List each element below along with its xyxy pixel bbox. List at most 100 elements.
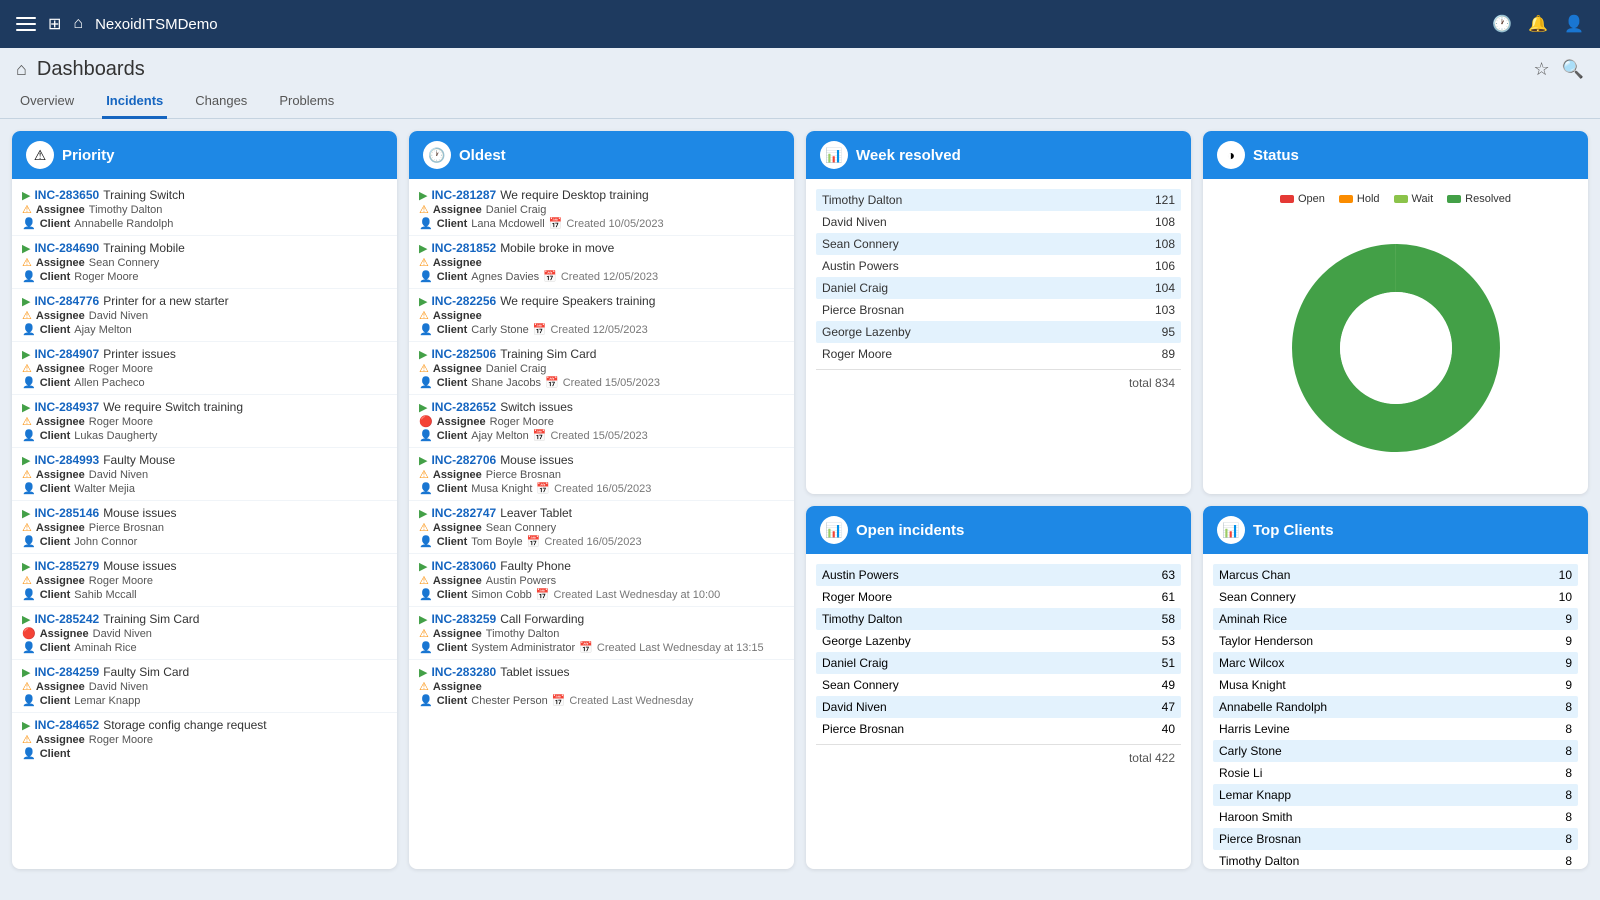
oldest-item[interactable]: ▶ INC-282747 Leaver Tablet ⚠ Assignee Se… xyxy=(409,501,794,554)
oldest-list: ▶ INC-281287 We require Desktop training… xyxy=(409,179,794,869)
week-resolved-card: 📊 Week resolved Timothy Dalton121David N… xyxy=(806,131,1191,494)
client-row: Taylor Henderson9 xyxy=(1213,630,1578,652)
col4: ◑ Status Open Hold Wait Resolved xyxy=(1203,131,1588,869)
open-total: total 422 xyxy=(816,744,1181,769)
status-header: ◑ Status xyxy=(1203,131,1588,179)
oldest-title: Oldest xyxy=(459,147,506,164)
main-content: ⚠ Priority ▶ INC-283650 Training Switch … xyxy=(0,119,1600,881)
oldest-card: 🕐 Oldest ▶ INC-281287 We require Desktop… xyxy=(409,131,794,869)
open-row: Austin Powers63 xyxy=(816,564,1181,586)
client-row: Pierce Brosnan8 xyxy=(1213,828,1578,850)
priority-list: ▶ INC-283650 Training Switch ⚠ Assignee … xyxy=(12,179,397,869)
oldest-item[interactable]: ▶ INC-282256 We require Speakers trainin… xyxy=(409,289,794,342)
resolved-row: George Lazenby95 xyxy=(816,321,1181,343)
top-clients-icon: 📊 xyxy=(1217,516,1245,544)
resolved-total: total 834 xyxy=(816,369,1181,394)
priority-item[interactable]: ▶ INC-285146 Mouse issues ⚠ Assignee Pie… xyxy=(12,501,397,554)
status-body: Open Hold Wait Resolved xyxy=(1203,179,1588,494)
resolved-row: Timothy Dalton121 xyxy=(816,189,1181,211)
tab-incidents[interactable]: Incidents xyxy=(102,85,167,119)
top-clients-header: 📊 Top Clients xyxy=(1203,506,1588,554)
client-row: Musa Knight9 xyxy=(1213,674,1578,696)
app-title: NexoidITSMDemo xyxy=(95,16,218,33)
priority-item[interactable]: ▶ INC-284993 Faulty Mouse ⚠ Assignee Dav… xyxy=(12,448,397,501)
status-title: Status xyxy=(1253,147,1299,164)
resolved-row: Roger Moore89 xyxy=(816,343,1181,365)
sub-header-home-icon: ⌂ xyxy=(16,59,27,80)
status-icon: ◑ xyxy=(1217,141,1245,169)
legend-item: Resolved xyxy=(1447,193,1511,205)
tab-problems[interactable]: Problems xyxy=(275,85,338,119)
client-row: Rosie Li8 xyxy=(1213,762,1578,784)
home-icon[interactable]: ⌂ xyxy=(73,15,83,33)
open-row: Sean Connery49 xyxy=(816,674,1181,696)
tab-overview[interactable]: Overview xyxy=(16,85,78,119)
open-incidents-header: 📊 Open incidents xyxy=(806,506,1191,554)
client-row: Sean Connery10 xyxy=(1213,586,1578,608)
client-row: Haroon Smith8 xyxy=(1213,806,1578,828)
priority-item[interactable]: ▶ INC-284259 Faulty Sim Card ⚠ Assignee … xyxy=(12,660,397,713)
tabs-bar: Overview Incidents Changes Problems xyxy=(0,81,1600,119)
user-icon[interactable]: 👤 xyxy=(1564,14,1584,34)
priority-title: Priority xyxy=(62,147,115,164)
page-title: Dashboards xyxy=(37,58,145,81)
priority-item[interactable]: ▶ INC-285279 Mouse issues ⚠ Assignee Rog… xyxy=(12,554,397,607)
oldest-item[interactable]: ▶ INC-282706 Mouse issues ⚠ Assignee Pie… xyxy=(409,448,794,501)
oldest-icon: 🕐 xyxy=(423,141,451,169)
tab-changes[interactable]: Changes xyxy=(191,85,251,119)
legend-item: Hold xyxy=(1339,193,1380,205)
star-icon[interactable]: ☆ xyxy=(1533,59,1549,80)
search-icon[interactable]: 🔍 xyxy=(1562,59,1584,80)
week-resolved-icon: 📊 xyxy=(820,141,848,169)
client-row: Carly Stone8 xyxy=(1213,740,1578,762)
col3: 📊 Week resolved Timothy Dalton121David N… xyxy=(806,131,1191,869)
top-nav: ⊞ ⌂ NexoidITSMDemo 🕐 🔔 👤 xyxy=(0,0,1600,48)
oldest-item[interactable]: ▶ INC-283280 Tablet issues ⚠ Assignee 👤 … xyxy=(409,660,794,712)
priority-item[interactable]: ▶ INC-283650 Training Switch ⚠ Assignee … xyxy=(12,183,397,236)
priority-item[interactable]: ▶ INC-284776 Printer for a new starter ⚠… xyxy=(12,289,397,342)
open-row: Pierce Brosnan40 xyxy=(816,718,1181,740)
oldest-item[interactable]: ▶ INC-281852 Mobile broke in move ⚠ Assi… xyxy=(409,236,794,289)
oldest-item[interactable]: ▶ INC-283060 Faulty Phone ⚠ Assignee Aus… xyxy=(409,554,794,607)
clock-icon[interactable]: 🕐 xyxy=(1492,14,1512,34)
donut-container xyxy=(1211,209,1580,486)
oldest-item[interactable]: ▶ INC-283259 Call Forwarding ⚠ Assignee … xyxy=(409,607,794,660)
open-row: David Niven47 xyxy=(816,696,1181,718)
client-row: Lemar Knapp8 xyxy=(1213,784,1578,806)
legend-item: Wait xyxy=(1394,193,1434,205)
client-row: Harris Levine8 xyxy=(1213,718,1578,740)
open-incidents-title: Open incidents xyxy=(856,522,964,539)
oldest-item[interactable]: ▶ INC-282652 Switch issues 🔴 Assignee Ro… xyxy=(409,395,794,448)
top-clients-card: 📊 Top Clients Marcus Chan10Sean Connery1… xyxy=(1203,506,1588,869)
legend-item: Open xyxy=(1280,193,1325,205)
status-card: ◑ Status Open Hold Wait Resolved xyxy=(1203,131,1588,494)
priority-item[interactable]: ▶ INC-284937 We require Switch training … xyxy=(12,395,397,448)
hamburger-menu[interactable] xyxy=(16,17,36,31)
client-row: Aminah Rice9 xyxy=(1213,608,1578,630)
client-row: Marcus Chan10 xyxy=(1213,564,1578,586)
open-row: Timothy Dalton58 xyxy=(816,608,1181,630)
priority-item[interactable]: ▶ INC-285242 Training Sim Card 🔴 Assigne… xyxy=(12,607,397,660)
grid-icon[interactable]: ⊞ xyxy=(48,14,61,34)
week-resolved-header: 📊 Week resolved xyxy=(806,131,1191,179)
open-incidents-body: Austin Powers63Roger Moore61Timothy Dalt… xyxy=(806,554,1191,869)
open-incidents-icon: 📊 xyxy=(820,516,848,544)
sub-header: ⌂ Dashboards ☆ 🔍 xyxy=(0,48,1600,81)
priority-item[interactable]: ▶ INC-284907 Printer issues ⚠ Assignee R… xyxy=(12,342,397,395)
client-row: Timothy Dalton8 xyxy=(1213,850,1578,869)
open-row: Daniel Craig51 xyxy=(816,652,1181,674)
priority-item[interactable]: ▶ INC-284690 Training Mobile ⚠ Assignee … xyxy=(12,236,397,289)
open-row: George Lazenby53 xyxy=(816,630,1181,652)
bell-icon[interactable]: 🔔 xyxy=(1528,14,1548,34)
top-clients-title: Top Clients xyxy=(1253,522,1334,539)
oldest-item[interactable]: ▶ INC-282506 Training Sim Card ⚠ Assigne… xyxy=(409,342,794,395)
resolved-row: Sean Connery108 xyxy=(816,233,1181,255)
week-resolved-body: Timothy Dalton121David Niven108Sean Conn… xyxy=(806,179,1191,494)
donut-chart xyxy=(1286,238,1506,458)
open-incidents-card: 📊 Open incidents Austin Powers63Roger Mo… xyxy=(806,506,1191,869)
oldest-item[interactable]: ▶ INC-281287 We require Desktop training… xyxy=(409,183,794,236)
priority-card: ⚠ Priority ▶ INC-283650 Training Switch … xyxy=(12,131,397,869)
resolved-row: Pierce Brosnan103 xyxy=(816,299,1181,321)
week-resolved-title: Week resolved xyxy=(856,147,961,164)
priority-item[interactable]: ▶ INC-284652 Storage config change reque… xyxy=(12,713,397,765)
